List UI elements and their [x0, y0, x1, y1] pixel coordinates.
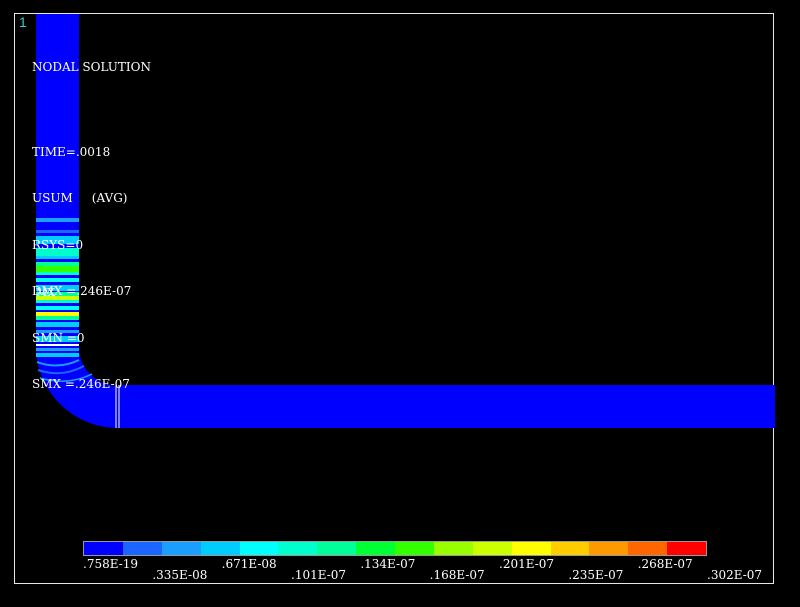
- smx-readout: SMX =.246E-07: [32, 377, 130, 391]
- legend-label: .671E-08: [221, 557, 277, 571]
- legend-swatch: [667, 542, 706, 555]
- legend-swatch: [433, 542, 473, 555]
- legend-label: .168E-07: [429, 568, 485, 582]
- time-readout: TIME=.0018: [32, 144, 111, 159]
- legend-label: .101E-07: [291, 568, 347, 582]
- legend-swatch: [122, 542, 162, 555]
- legend-label: .335E-08: [152, 568, 208, 582]
- legend-label: .268E-07: [637, 557, 693, 571]
- legend-swatch: [356, 542, 395, 555]
- legend-label: .134E-07: [360, 557, 416, 571]
- legend-label: .302E-07: [707, 568, 763, 582]
- legend-swatch: [589, 542, 629, 555]
- horizontal-pipe: [118, 385, 775, 428]
- dmx-readout: DMX =.246E-07: [32, 284, 132, 298]
- legend-swatch: [472, 542, 512, 555]
- legend-swatch: [84, 542, 123, 555]
- color-legend: [83, 541, 707, 556]
- legend-label: .235E-07: [568, 568, 624, 582]
- legend-swatch: [278, 542, 318, 555]
- legend-ticks: .758E-19 .335E-08 .671E-08 .101E-07 .134E-07…: [0, 556, 800, 584]
- legend-swatch: [200, 542, 240, 555]
- usum-readout: USUM (AVG): [32, 191, 128, 205]
- info-panel: NODAL SOLUTION TIME=.0018 USUM (AVG) RSY…: [32, 29, 151, 408]
- rsys-readout: RSYS=0: [32, 237, 84, 252]
- legend-swatch: [161, 542, 201, 555]
- legend-label: .758E-19: [83, 557, 139, 571]
- legend-swatch: [317, 542, 357, 555]
- legend-swatch: [395, 542, 434, 555]
- legend-label: .201E-07: [499, 557, 555, 571]
- legend-swatch: [628, 542, 668, 555]
- legend-swatch: [550, 542, 590, 555]
- solution-title: NODAL SOLUTION: [32, 60, 151, 74]
- smn-readout: SMN =0: [32, 330, 85, 345]
- legend-swatch: [511, 542, 551, 555]
- legend-swatch: [239, 542, 279, 555]
